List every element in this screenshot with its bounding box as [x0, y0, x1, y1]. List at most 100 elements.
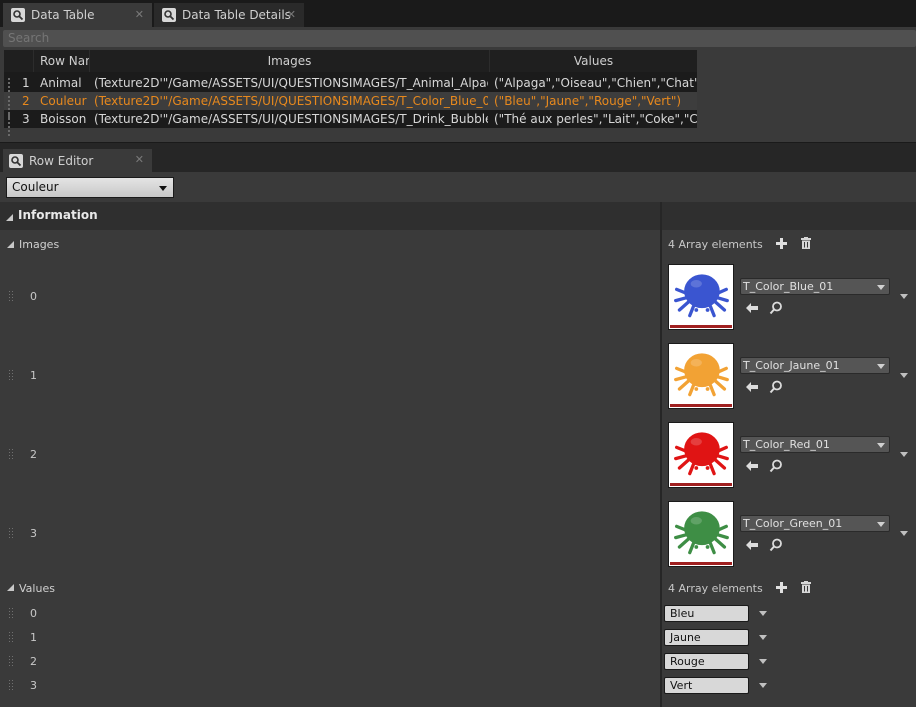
- drag-handle-icon[interactable]: [9, 528, 13, 540]
- texture-thumbnail[interactable]: [668, 422, 734, 488]
- texture-thumbnail[interactable]: [668, 501, 734, 567]
- images-cell: (Texture2D'"/Game/ASSETS/UI/QUESTIONSIMA…: [94, 76, 488, 90]
- images-property-label: Images: [19, 238, 60, 251]
- array-index: 3: [30, 679, 37, 692]
- column-splitter[interactable]: [660, 202, 662, 707]
- add-element-icon[interactable]: [776, 582, 787, 593]
- texture-name: T_Color_Jaune_01: [743, 359, 840, 372]
- browse-search-icon[interactable]: [769, 380, 783, 394]
- spider-blob-image: [674, 511, 729, 555]
- drag-handle-icon[interactable]: [9, 680, 13, 692]
- collapse-triangle-icon[interactable]: [7, 584, 14, 591]
- thumbnail-underline: [670, 483, 732, 486]
- texture-name: T_Color_Red_01: [743, 438, 830, 451]
- images-cell: (Texture2D'"/Game/ASSETS/UI/QUESTIONSIMA…: [94, 94, 488, 108]
- thumbnail-underline: [670, 562, 732, 565]
- spider-blob-image: [674, 353, 729, 397]
- row-number: 1: [22, 76, 30, 90]
- texture-thumbnail[interactable]: [668, 343, 734, 409]
- drag-handle-icon[interactable]: [9, 370, 13, 382]
- tab-label: Row Editor: [29, 153, 94, 168]
- texture-thumbnail[interactable]: [668, 264, 734, 330]
- data-table-panel: Row Nam Images Values 1 Animal (Texture2D'…: [0, 27, 916, 142]
- table-row[interactable]: 3 Boisson (Texture2D'"/Game/ASSETS/UI/QUES…: [4, 110, 697, 136]
- trash-icon[interactable]: [801, 581, 811, 593]
- row-number: 3: [22, 112, 30, 126]
- use-selected-arrow-icon[interactable]: [745, 538, 759, 552]
- table-row[interactable]: 1 Animal (Texture2D'"/Game/ASSETS/UI/QUEST…: [4, 74, 697, 100]
- chevron-down-icon[interactable]: [900, 531, 908, 536]
- thumbnail-underline: [670, 404, 732, 407]
- trash-icon[interactable]: [801, 237, 811, 249]
- tab-row-editor[interactable]: Row Editor ✕: [3, 149, 152, 172]
- chevron-down-icon[interactable]: [900, 452, 908, 457]
- array-index: 2: [30, 655, 37, 668]
- texture-asset-picker[interactable]: T_Color_Green_01: [740, 515, 890, 532]
- header-images[interactable]: Images: [90, 50, 490, 72]
- drag-handle-icon[interactable]: [8, 96, 14, 118]
- close-icon[interactable]: ✕: [135, 8, 144, 21]
- row-editor-tab-bar: Row Editor ✕: [0, 143, 916, 172]
- chevron-down-icon[interactable]: [900, 373, 908, 378]
- drag-handle-icon[interactable]: [9, 608, 13, 620]
- texture-asset-picker[interactable]: T_Color_Red_01: [740, 436, 890, 453]
- chevron-down-icon[interactable]: [759, 683, 767, 688]
- array-index: 0: [30, 607, 37, 620]
- values-array-count: 4 Array elements: [668, 582, 763, 595]
- chevron-down-icon: [159, 186, 167, 191]
- chevron-down-icon: [877, 443, 885, 448]
- row-select-dropdown[interactable]: Couleur: [6, 177, 174, 198]
- values-cell: ("Alpaga","Oiseau","Chien","Chat"): [494, 76, 697, 90]
- value-text-field[interactable]: Bleu: [664, 605, 749, 622]
- spider-blob-image: [674, 274, 729, 318]
- use-selected-arrow-icon[interactable]: [745, 301, 759, 315]
- texture-asset-picker[interactable]: T_Color_Blue_01: [740, 278, 890, 295]
- tab-label: Data Table Details: [182, 8, 291, 22]
- array-index: 3: [30, 527, 37, 540]
- chevron-down-icon[interactable]: [759, 611, 767, 616]
- value-text-field[interactable]: Rouge: [664, 653, 749, 670]
- information-section-header[interactable]: Information: [0, 202, 916, 230]
- chevron-down-icon[interactable]: [900, 294, 908, 299]
- collapse-triangle-icon[interactable]: [7, 241, 14, 248]
- header-spacer: [4, 50, 34, 72]
- chevron-down-icon[interactable]: [759, 635, 767, 640]
- header-row-name[interactable]: Row Nam: [34, 50, 90, 72]
- drag-handle-icon[interactable]: [8, 114, 14, 136]
- chevron-down-icon[interactable]: [759, 659, 767, 664]
- use-selected-arrow-icon[interactable]: [745, 459, 759, 473]
- drag-handle-icon[interactable]: [8, 78, 14, 100]
- browse-search-icon[interactable]: [769, 301, 783, 315]
- browse-search-icon[interactable]: [769, 538, 783, 552]
- chevron-down-icon: [877, 285, 885, 290]
- close-icon[interactable]: ✕: [135, 153, 144, 166]
- row-name-cell: Animal: [40, 76, 82, 90]
- texture-asset-picker[interactable]: T_Color_Jaune_01: [740, 357, 890, 374]
- values-cell: ("Thé aux perles","Lait","Coke","Café"): [494, 112, 697, 126]
- table-row[interactable]: 2 Couleur (Texture2D'"/Game/ASSETS/UI/QUES…: [4, 92, 697, 118]
- tab-data-table[interactable]: Data Table ✕: [3, 3, 152, 27]
- browse-search-icon[interactable]: [769, 459, 783, 473]
- drag-handle-icon[interactable]: [9, 632, 13, 644]
- drag-handle-icon[interactable]: [9, 449, 13, 461]
- collapse-triangle-icon[interactable]: [6, 214, 13, 221]
- search-icon: [11, 8, 25, 22]
- chevron-down-icon: [877, 364, 885, 369]
- value-text-field[interactable]: Jaune: [664, 629, 749, 646]
- close-icon[interactable]: ✕: [287, 8, 296, 21]
- spider-blob-image: [674, 432, 729, 476]
- drag-handle-icon[interactable]: [9, 291, 13, 303]
- search-input[interactable]: [3, 30, 916, 47]
- array-index: 0: [30, 290, 37, 303]
- row-select-value: Couleur: [12, 180, 59, 194]
- drag-handle-icon[interactable]: [9, 656, 13, 668]
- row-editor-panel: Couleur Information Images 4 Array eleme…: [0, 172, 916, 707]
- header-values[interactable]: Values: [490, 50, 697, 72]
- images-cell: (Texture2D'"/Game/ASSETS/UI/QUESTIONSIMA…: [94, 112, 488, 126]
- add-element-icon[interactable]: [776, 238, 787, 249]
- tab-data-table-details[interactable]: Data Table Details ✕: [154, 3, 304, 27]
- value-text-field[interactable]: Vert: [664, 677, 749, 694]
- use-selected-arrow-icon[interactable]: [745, 380, 759, 394]
- section-title: Information: [18, 208, 98, 222]
- tab-bar: Data Table ✕ Data Table Details ✕: [0, 0, 916, 28]
